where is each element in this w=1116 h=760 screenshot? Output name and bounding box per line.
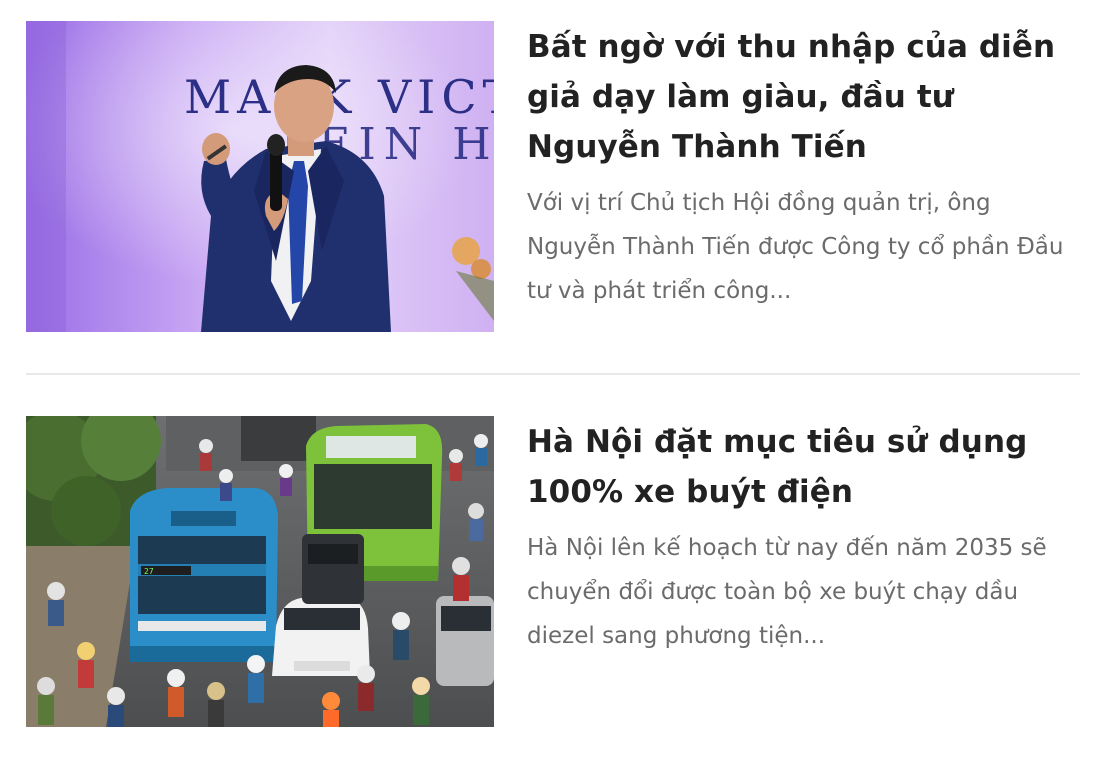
article-description: Hà Nội lên kế hoạch từ nay đến năm 2035 … <box>527 535 1047 649</box>
speaker-photo: MARK VICT LEIN H <box>26 21 494 332</box>
bus-route-number: 27 <box>144 567 154 576</box>
article-title[interactable]: Bất ngờ với thu nhập của diễn giả dạy là… <box>527 21 1067 172</box>
blue-bus: 27 <box>130 488 278 662</box>
divider <box>26 373 1080 375</box>
article-text: Bất ngờ với thu nhập của diễn giả dạy là… <box>527 21 1067 332</box>
article-title[interactable]: Hà Nội đặt mục tiêu sử dụng 100% xe buýt… <box>527 416 1067 517</box>
article-card[interactable]: 27 Hà Nội đặt mục tiêu sử dụng 100% xe b… <box>26 416 1086 727</box>
article-card[interactable]: MARK VICT LEIN H Bất ngờ với thu nhập củ… <box>26 21 1086 332</box>
article-text: Hà Nội đặt mục tiêu sử dụng 100% xe buýt… <box>527 416 1067 727</box>
traffic-photo: 27 <box>26 416 494 727</box>
article-thumbnail[interactable]: 27 <box>26 416 494 727</box>
white-car <box>272 598 370 676</box>
article-description: Với vị trí Chủ tịch Hội đồng quản trị, ô… <box>527 190 1064 304</box>
backdrop-text: MARK VICT <box>184 70 494 124</box>
article-thumbnail[interactable]: MARK VICT LEIN H <box>26 21 494 332</box>
news-feed: MARK VICT LEIN H Bất ngờ với thu nhập củ… <box>0 0 1116 760</box>
